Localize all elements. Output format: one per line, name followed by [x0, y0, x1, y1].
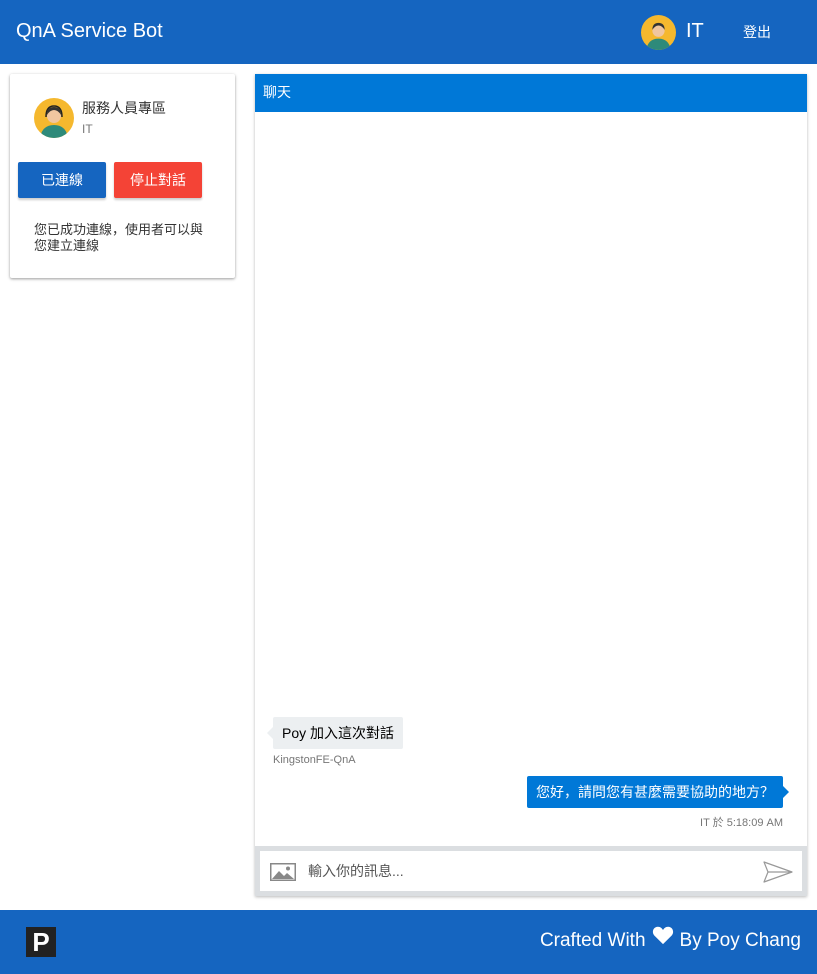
credit-prefix: Crafted With: [539, 930, 646, 951]
user-avatar-icon: [641, 15, 676, 50]
chat-header: 聊天: [255, 74, 807, 112]
incoming-message-meta: KingstonFE-QnA: [273, 754, 356, 766]
message-input[interactable]: [308, 856, 748, 886]
stop-conversation-button[interactable]: 停止對話: [114, 162, 202, 198]
chat-panel: 聊天 Poy 加入這次對話 KingstonFE-QnA 您好，請問您有甚麼需要…: [255, 74, 807, 896]
footer-bar: P Crafted With By Poy Chang: [0, 910, 817, 974]
app-title: QnA Service Bot: [16, 20, 163, 42]
heart-icon: [652, 926, 673, 945]
agent-avatar-icon: [34, 98, 74, 138]
footer-logo: P: [26, 927, 56, 957]
incoming-message: Poy 加入這次對話: [266, 717, 404, 749]
agent-panel-card: 服務人員專區 IT 已連線 停止對話 您已成功連線，使用者可以與您建立連線: [10, 74, 235, 278]
send-icon[interactable]: [763, 861, 793, 883]
footer-credits: Crafted With By Poy Chang: [539, 926, 801, 952]
outgoing-message: 您好，請問您有甚麼需要協助的地方？: [527, 776, 789, 808]
agent-area-title: 服務人員專區: [82, 100, 166, 116]
image-icon[interactable]: [270, 863, 296, 881]
connected-button[interactable]: 已連線: [18, 162, 106, 198]
logout-button[interactable]: 登出: [727, 16, 787, 48]
message-input-box: [260, 851, 802, 891]
agent-area-subtitle: IT: [82, 122, 93, 136]
message-composer: [255, 846, 807, 896]
credit-suffix: By Poy Chang: [679, 930, 801, 951]
current-user-name: IT: [686, 20, 704, 42]
top-app-bar: QnA Service Bot IT 登出: [0, 0, 817, 64]
connection-status-message: 您已成功連線，使用者可以與您建立連線: [34, 222, 204, 253]
outgoing-message-meta: IT 於 5:18:09 AM: [700, 817, 783, 829]
